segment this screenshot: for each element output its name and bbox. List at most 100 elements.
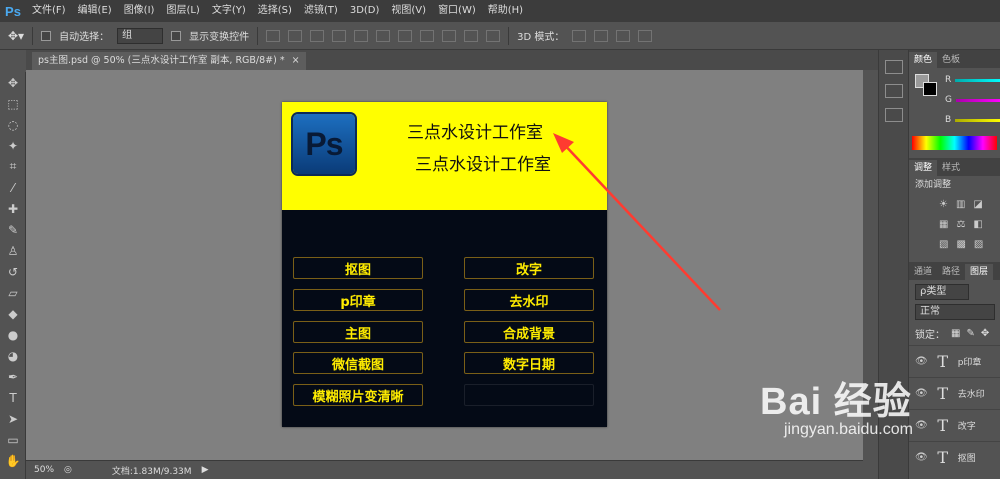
- brightness-icon[interactable]: ☀: [939, 199, 948, 210]
- path-select-icon[interactable]: ➤: [0, 408, 26, 429]
- history-brush-icon[interactable]: ↺: [0, 261, 26, 282]
- distribute-top-icon[interactable]: [398, 29, 413, 42]
- ps-logo-text: Ps: [305, 125, 343, 162]
- info-panel-icon[interactable]: [884, 108, 903, 122]
- align-hcenter-icon[interactable]: [354, 29, 369, 42]
- distribute-right-icon[interactable]: [486, 29, 501, 42]
- dodge-tool-icon[interactable]: ◕: [0, 345, 26, 366]
- color-balance-icon[interactable]: ⚖: [956, 219, 965, 230]
- auto-select-checkbox[interactable]: [41, 30, 52, 41]
- layer-row[interactable]: 👁 T p印章: [909, 345, 1000, 377]
- eraser-icon[interactable]: ▱: [0, 282, 26, 303]
- tab-swatches[interactable]: 色板: [937, 52, 965, 68]
- menu-view[interactable]: 视图(V): [385, 0, 432, 22]
- tab-styles[interactable]: 样式: [937, 160, 965, 176]
- align-top-icon[interactable]: [266, 29, 281, 42]
- blend-mode-row: 正常: [909, 302, 1000, 322]
- distribute-bottom-icon[interactable]: [442, 29, 457, 42]
- menu-edit[interactable]: 编辑(E): [72, 0, 118, 22]
- magic-wand-icon[interactable]: ✦: [0, 135, 26, 156]
- menu-help[interactable]: 帮助(H): [482, 0, 529, 22]
- layer-row[interactable]: 👁 T 去水印: [909, 377, 1000, 409]
- blue-slider[interactable]: [955, 118, 1000, 122]
- menu-filter[interactable]: 滤镜(T): [298, 0, 344, 22]
- align-vcenter-icon[interactable]: [288, 29, 303, 42]
- marquee-tool-icon[interactable]: ⬚: [0, 93, 26, 114]
- visibility-eye-icon[interactable]: 👁: [915, 420, 928, 431]
- visibility-eye-icon[interactable]: 👁: [915, 356, 928, 367]
- menu-layer[interactable]: 图层(L): [160, 0, 205, 22]
- visibility-eye-icon[interactable]: 👁: [915, 388, 928, 399]
- document-tab[interactable]: ps主图.psd @ 50% (三点水设计工作室 副本, RGB/8#) * ×: [32, 52, 306, 70]
- 3d-roll-icon[interactable]: [594, 29, 609, 42]
- layer-row[interactable]: 👁 T 抠图: [909, 441, 1000, 473]
- status-menu-arrow-icon[interactable]: ▶: [202, 465, 209, 475]
- red-slider[interactable]: [955, 78, 1000, 82]
- brush-tool-icon[interactable]: ✎: [0, 219, 26, 240]
- 3d-pan-icon[interactable]: [616, 29, 631, 42]
- align-left-icon[interactable]: [332, 29, 347, 42]
- blue-label: B: [945, 115, 952, 125]
- lock-paint-icon[interactable]: ✎: [966, 328, 974, 339]
- blend-mode-select[interactable]: 正常: [915, 304, 995, 320]
- move-tool-icon[interactable]: ✥: [0, 72, 26, 93]
- curves-icon[interactable]: ◪: [973, 199, 982, 210]
- color-panel: R G B: [909, 68, 1000, 130]
- properties-panel-icon[interactable]: [884, 84, 903, 98]
- auto-select-dropdown[interactable]: 组: [117, 27, 164, 44]
- move-tool-icon[interactable]: ✥▾: [8, 29, 24, 43]
- color-spectrum[interactable]: [912, 136, 997, 150]
- history-panel-icon[interactable]: [884, 60, 903, 74]
- crop-tool-icon[interactable]: ⌗: [0, 156, 26, 177]
- clone-stamp-icon[interactable]: ♙: [0, 240, 26, 261]
- levels-icon[interactable]: ▥: [956, 199, 965, 210]
- invert-icon[interactable]: ▧: [939, 239, 948, 250]
- 3d-slide-icon[interactable]: [638, 29, 653, 42]
- status-settings-icon[interactable]: ◎: [64, 465, 72, 475]
- show-transform-checkbox[interactable]: [171, 30, 182, 41]
- lock-transparent-icon[interactable]: ▦: [951, 328, 960, 339]
- tab-color[interactable]: 颜色: [909, 52, 938, 68]
- tab-channels[interactable]: 通道: [909, 264, 937, 280]
- document-canvas[interactable]: Ps 三点水设计工作室 三点水设计工作室 抠图 p印章 主图 微信截图 模糊照片…: [282, 102, 607, 427]
- blur-tool-icon[interactable]: ●: [0, 324, 26, 345]
- background-color-swatch[interactable]: [923, 82, 937, 96]
- lasso-tool-icon[interactable]: ◌: [0, 114, 26, 135]
- blue-slider-row[interactable]: B: [945, 110, 1000, 130]
- distribute-left-icon[interactable]: [464, 29, 479, 42]
- menu-image[interactable]: 图像(I): [118, 0, 161, 22]
- tab-adjustments[interactable]: 调整: [909, 160, 938, 176]
- menu-type[interactable]: 文字(Y): [206, 0, 252, 22]
- distribute-vcenter-icon[interactable]: [420, 29, 435, 42]
- tab-paths[interactable]: 路径: [937, 264, 965, 280]
- green-slider-row[interactable]: G: [945, 90, 1000, 110]
- hand-tool-icon[interactable]: ✋: [0, 450, 26, 471]
- posterize-icon[interactable]: ▩: [956, 239, 965, 250]
- zoom-level[interactable]: 50%: [34, 465, 54, 475]
- layer-filter-select[interactable]: ρ类型: [915, 284, 969, 300]
- close-icon[interactable]: ×: [292, 55, 300, 66]
- lock-position-icon[interactable]: ✥: [981, 328, 989, 339]
- tab-layers[interactable]: 图层: [965, 264, 994, 280]
- align-bottom-icon[interactable]: [310, 29, 325, 42]
- black-white-icon[interactable]: ◧: [973, 219, 982, 230]
- menu-window[interactable]: 窗口(W): [432, 0, 482, 22]
- menu-select[interactable]: 选择(S): [252, 0, 298, 22]
- 3d-rotate-icon[interactable]: [572, 29, 587, 42]
- layer-row[interactable]: 👁 T 改字: [909, 409, 1000, 441]
- pen-tool-icon[interactable]: ✒: [0, 366, 26, 387]
- menu-file[interactable]: 文件(F): [26, 0, 72, 22]
- paint-bucket-icon[interactable]: ◆: [0, 303, 26, 324]
- gradient-map-icon[interactable]: ▨: [974, 239, 983, 250]
- type-tool-icon[interactable]: T: [0, 387, 26, 408]
- menu-3d[interactable]: 3D(D): [344, 0, 386, 22]
- align-right-icon[interactable]: [376, 29, 391, 42]
- rectangle-tool-icon[interactable]: ▭: [0, 429, 26, 450]
- hue-saturation-icon[interactable]: ▦: [939, 219, 948, 230]
- healing-brush-icon[interactable]: ✚: [0, 198, 26, 219]
- eyedropper-icon[interactable]: ⁄: [0, 177, 26, 198]
- red-slider-row[interactable]: R: [945, 70, 1000, 90]
- green-slider[interactable]: [955, 98, 1000, 102]
- lock-label: 锁定：: [915, 330, 945, 341]
- visibility-eye-icon[interactable]: 👁: [915, 452, 928, 463]
